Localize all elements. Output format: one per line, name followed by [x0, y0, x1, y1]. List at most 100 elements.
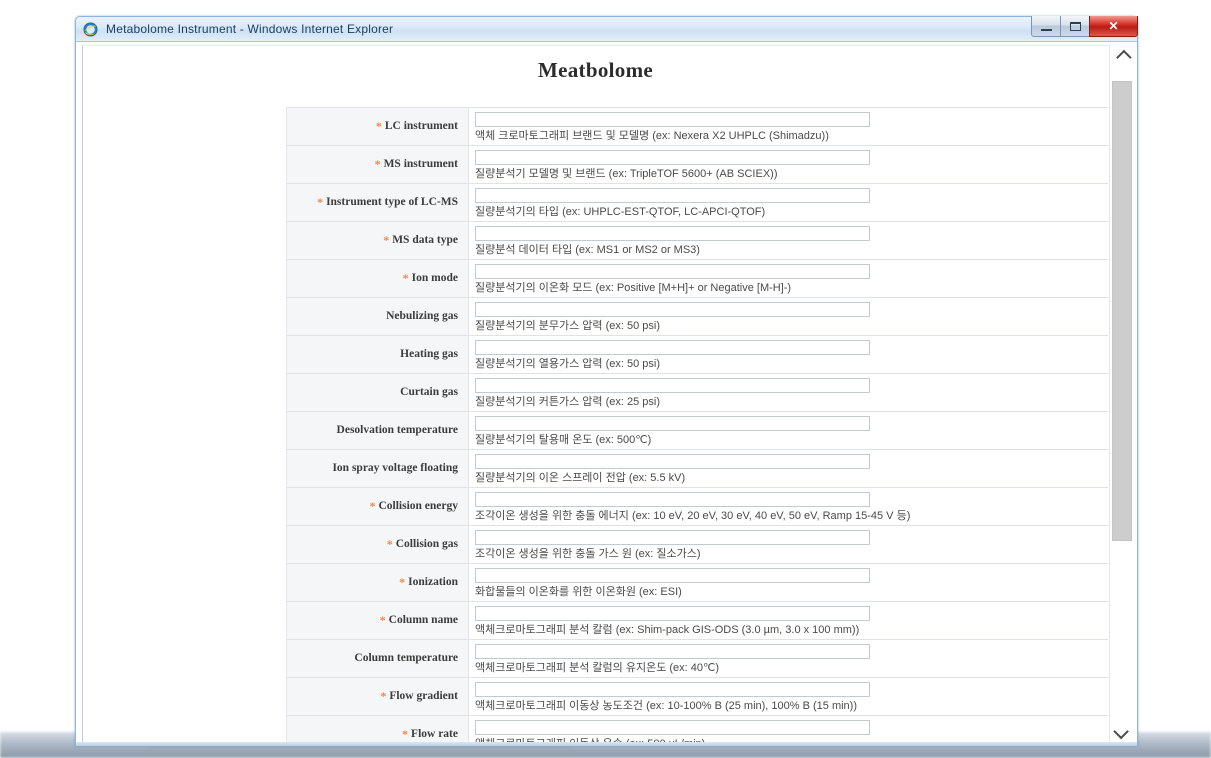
- field-hint: 화합물들의 이온화를 위한 이온화원 (ex: ESI): [475, 586, 682, 598]
- field-hint: 질량분석기의 분무가스 압력 (ex: 50 psi): [475, 320, 661, 332]
- row-field-cell: 질량분석기의 이온 스프레이 전압 (ex: 5.5 kV): [468, 449, 1108, 488]
- row-label-cell: * Collision energy: [286, 487, 469, 526]
- vertical-scrollbar[interactable]: [1109, 45, 1135, 743]
- curtain-gas-input[interactable]: [475, 378, 870, 393]
- table-row: * Collision energy 조각이온 생성을 위한 충돌 에너지 (e…: [286, 487, 1108, 526]
- table-row: Nebulizing gas 질량분석기의 분무가스 압력 (ex: 50 ps…: [286, 297, 1108, 336]
- field-hint: 액체 크로마토그래피 브랜드 및 모델명 (ex: Nexera X2 UHPL…: [475, 130, 829, 142]
- field-hint: 질량분석기의 이온 스프레이 전압 (ex: 5.5 kV): [475, 472, 686, 484]
- browser-viewport: Meatbolome * LC instrument 액체 크로마토그래피 브랜…: [76, 42, 1137, 746]
- required-asterisk: *: [402, 727, 409, 741]
- scrollbar-thumb[interactable]: [1112, 81, 1132, 541]
- row-label-cell: * Flow rate: [286, 715, 469, 743]
- scroll-down-button[interactable]: [1110, 719, 1135, 743]
- row-label-cell: Nebulizing gas: [286, 297, 469, 336]
- field-label: LC instrument: [384, 120, 458, 132]
- maximize-icon: [1069, 21, 1081, 31]
- row-label-cell: * MS data type: [286, 221, 469, 260]
- row-field-cell: 질량분석기의 탈용매 온도 (ex: 500℃): [468, 411, 1108, 450]
- field-label: Flow gradient: [389, 690, 458, 702]
- maximize-button[interactable]: [1060, 16, 1090, 37]
- table-row: * Flow gradient 액체크로마토그래피 이동상 농도조건 (ex: …: [286, 677, 1108, 716]
- scroll-up-button[interactable]: [1110, 45, 1135, 69]
- field-label: Curtain gas: [400, 386, 458, 398]
- required-asterisk: *: [380, 689, 387, 703]
- row-label-cell: Desolvation temperature: [286, 411, 469, 450]
- table-row: * MS instrument 질량분석기 모델명 및 브랜드 (ex: Tri…: [286, 145, 1108, 184]
- page-content: Meatbolome * LC instrument 액체 크로마토그래피 브랜…: [82, 45, 1108, 743]
- table-row: Heating gas 질량분석기의 열용가스 압력 (ex: 50 psi): [286, 335, 1108, 374]
- required-asterisk: *: [375, 119, 382, 133]
- heating-gas-input[interactable]: [475, 340, 870, 355]
- internet-explorer-icon: [82, 21, 99, 38]
- field-label: Column name: [388, 614, 458, 626]
- row-field-cell: 질량분석기의 분무가스 압력 (ex: 50 psi): [468, 297, 1108, 336]
- close-icon: ✕: [1108, 19, 1119, 33]
- row-field-cell: 조각이온 생성을 위한 충돌 에너지 (ex: 10 eV, 20 eV, 30…: [468, 487, 1108, 526]
- row-field-cell: 질량분석기의 커튼가스 압력 (ex: 25 psi): [468, 373, 1108, 412]
- field-hint: 질량분석기의 이온화 모드 (ex: Positive [M+H]+ or Ne…: [475, 282, 792, 294]
- required-asterisk: *: [399, 575, 406, 589]
- row-label-cell: Curtain gas: [286, 373, 469, 412]
- field-hint: 질량분석 데이터 타입 (ex: MS1 or MS2 or MS3): [475, 244, 700, 256]
- close-button[interactable]: ✕: [1089, 16, 1138, 37]
- column-temperature-input[interactable]: [475, 644, 870, 659]
- ion-spray-voltage-input[interactable]: [475, 454, 870, 469]
- field-label: MS data type: [392, 234, 458, 246]
- row-field-cell: 질량분석기의 이온화 모드 (ex: Positive [M+H]+ or Ne…: [468, 259, 1108, 298]
- table-row: Column temperature 액체크로마토그래피 분석 칼럼의 유지온도…: [286, 639, 1108, 678]
- field-label: Desolvation temperature: [336, 424, 458, 436]
- title-bar: Metabolome Instrument - Windows Internet…: [76, 16, 1138, 42]
- table-row: * Instrument type of LC-MS 질량분석기의 타입 (ex…: [286, 183, 1108, 222]
- row-label-cell: * Instrument type of LC-MS: [286, 183, 469, 222]
- table-row: Curtain gas 질량분석기의 커튼가스 압력 (ex: 25 psi): [286, 373, 1108, 412]
- chevron-down-icon: [1113, 723, 1129, 739]
- minimize-button[interactable]: [1031, 16, 1061, 37]
- field-hint: 질량분석기의 커튼가스 압력 (ex: 25 psi): [475, 396, 661, 408]
- required-asterisk: *: [369, 499, 376, 513]
- table-row: Desolvation temperature 질량분석기의 탈용매 온도 (e…: [286, 411, 1108, 450]
- field-label: Collision gas: [395, 538, 458, 550]
- row-label-cell: * Column name: [286, 601, 469, 640]
- row-field-cell: 질량분석기의 타입 (ex: UHPLC-EST-QTOF, LC-APCI-Q…: [468, 183, 1108, 222]
- row-label-cell: * Collision gas: [286, 525, 469, 564]
- ion-mode-input[interactable]: [475, 264, 870, 279]
- scrollbar-track[interactable]: [1112, 69, 1132, 719]
- row-label-cell: * Flow gradient: [286, 677, 469, 716]
- field-label: Collision energy: [378, 500, 458, 512]
- flow-gradient-input[interactable]: [475, 682, 870, 697]
- ionization-input[interactable]: [475, 568, 870, 583]
- field-hint: 질량분석기의 열용가스 압력 (ex: 50 psi): [475, 358, 661, 370]
- table-row: * Ion mode 질량분석기의 이온화 모드 (ex: Positive […: [286, 259, 1108, 298]
- required-asterisk: *: [379, 613, 386, 627]
- collision-energy-input[interactable]: [475, 492, 870, 507]
- row-field-cell: 질량분석 데이터 타입 (ex: MS1 or MS2 or MS3): [468, 221, 1108, 260]
- instrument-type-input[interactable]: [475, 188, 870, 203]
- nebulizing-gas-input[interactable]: [475, 302, 870, 317]
- row-field-cell: 액체크로마토그래피 분석 칼럼 (ex: Shim-pack GIS-ODS (…: [468, 601, 1108, 640]
- form-rows: * LC instrument 액체 크로마토그래피 브랜드 및 모델명 (ex…: [286, 107, 1108, 743]
- row-field-cell: 액체크로마토그래피 분석 칼럼의 유지온도 (ex: 40℃): [468, 639, 1108, 678]
- row-field-cell: 액체 크로마토그래피 브랜드 및 모델명 (ex: Nexera X2 UHPL…: [468, 107, 1108, 146]
- ms-instrument-input[interactable]: [475, 150, 870, 165]
- desolvation-temperature-input[interactable]: [475, 416, 870, 431]
- field-hint: 조각이온 생성을 위한 충돌 에너지 (ex: 10 eV, 20 eV, 30…: [475, 510, 911, 522]
- field-hint: 질량분석기의 탈용매 온도 (ex: 500℃): [475, 434, 652, 446]
- ms-data-type-input[interactable]: [475, 226, 870, 241]
- column-name-input[interactable]: [475, 606, 870, 621]
- required-asterisk: *: [386, 537, 393, 551]
- row-label-cell: * LC instrument: [286, 107, 469, 146]
- field-label: Heating gas: [400, 348, 458, 360]
- row-label-cell: * Ion mode: [286, 259, 469, 298]
- field-label: MS instrument: [383, 158, 458, 170]
- lc-instrument-input[interactable]: [475, 112, 870, 127]
- required-asterisk: *: [383, 233, 390, 247]
- row-field-cell: 화합물들의 이온화를 위한 이온화원 (ex: ESI): [468, 563, 1108, 602]
- field-label: Ion mode: [411, 272, 458, 284]
- field-label: Column temperature: [354, 652, 458, 664]
- minimize-icon: [1040, 28, 1052, 31]
- page-title: Meatbolome: [538, 58, 653, 82]
- row-label-cell: Column temperature: [286, 639, 469, 678]
- collision-gas-input[interactable]: [475, 530, 870, 545]
- flow-rate-input[interactable]: [475, 720, 870, 735]
